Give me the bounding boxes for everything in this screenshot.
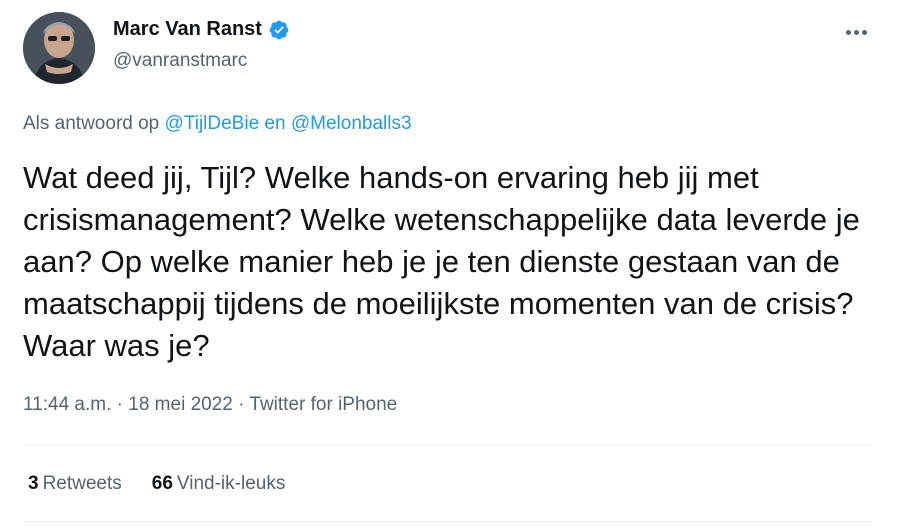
author-handle[interactable]: @vanranstmarc: [113, 50, 247, 72]
likes-label: Vind-ik-leuks: [176, 473, 286, 494]
retweets-label: Retweets: [42, 473, 122, 494]
author-name[interactable]: Marc Van Ranst: [113, 18, 262, 41]
meta-separator: ·: [238, 394, 245, 415]
reply-context: Als antwoord op @TijlDeBie en @Melonball…: [23, 113, 412, 135]
verified-badge-icon: [269, 20, 289, 39]
more-options-icon[interactable]: [840, 20, 872, 44]
divider: [23, 444, 872, 445]
reply-prefix: Als antwoord op: [23, 113, 160, 134]
retweets-stat[interactable]: 3 Retweets: [28, 473, 122, 495]
retweets-count: 3: [28, 473, 39, 494]
avatar[interactable]: [23, 12, 95, 84]
reply-user-link-2[interactable]: @Melonballs3: [291, 113, 412, 134]
avatar-image: [23, 12, 95, 84]
tweet-text: Wat deed jij, Tijl? Welke hands-on ervar…: [23, 160, 860, 363]
divider: [23, 521, 872, 522]
tweet-meta: 11:44 a.m. · 18 mei 2022 · Twitter for i…: [23, 394, 397, 416]
tweet-stats: 3 Retweets 66 Vind-ik-leuks: [28, 473, 315, 495]
likes-stat[interactable]: 66 Vind-ik-leuks: [152, 473, 286, 495]
meta-separator: ·: [116, 394, 123, 415]
reply-joiner: en: [264, 113, 286, 134]
likes-count: 66: [151, 473, 173, 494]
tweet-date-link[interactable]: 18 mei 2022: [128, 394, 233, 415]
tweet-source-link[interactable]: Twitter for iPhone: [249, 394, 397, 415]
tweet-time-link[interactable]: 11:44 a.m.: [23, 394, 111, 415]
reply-user-link-1[interactable]: @TijlDeBie: [165, 113, 260, 134]
author-name-row[interactable]: Marc Van Ranst: [113, 18, 290, 41]
